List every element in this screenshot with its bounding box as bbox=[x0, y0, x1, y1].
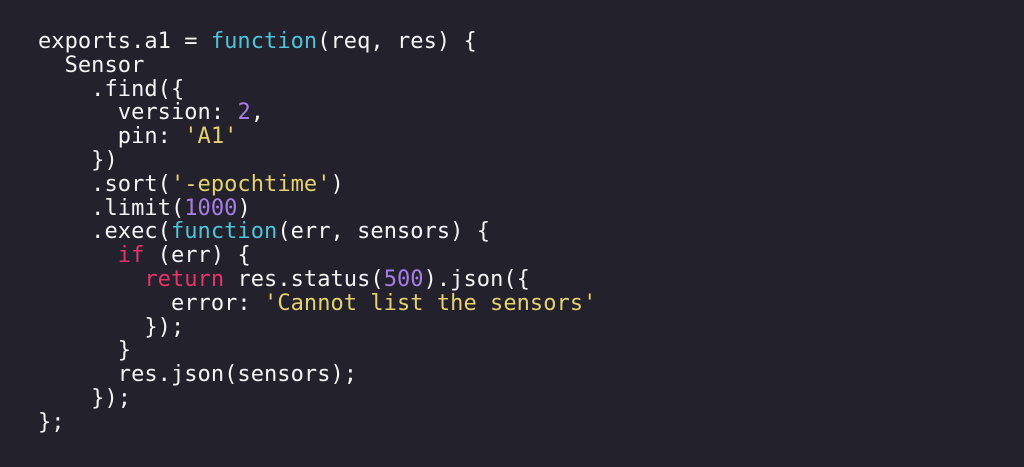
code-token-plain: }) bbox=[38, 147, 118, 173]
code-line: }); bbox=[38, 387, 596, 411]
code-token-function: function bbox=[210, 29, 318, 54]
code-token-string: '-epochtime' bbox=[170, 171, 331, 197]
code-line: }; bbox=[38, 409, 596, 435]
code-token-plain: (err) { bbox=[144, 243, 251, 269]
code-token-keyword: return bbox=[144, 266, 225, 292]
code-line: pin: 'A1' bbox=[38, 125, 596, 149]
code-token-plain: }); bbox=[38, 314, 185, 340]
code-token-plain: .exec( bbox=[38, 219, 171, 245]
code-line: .exec(function(err, sensors) { bbox=[38, 220, 596, 244]
code-token-function: function bbox=[170, 219, 278, 245]
code-token-plain: (err, sensors) { bbox=[277, 219, 491, 245]
code-token-plain: version: bbox=[38, 100, 238, 126]
code-token-string: 'Cannot list the sensors' bbox=[264, 290, 597, 316]
code-token-string: 'A1' bbox=[184, 124, 238, 150]
code-token-plain: ).json({ bbox=[423, 266, 530, 292]
code-line: return res.status(500).json({ bbox=[38, 268, 596, 292]
code-token-number: 1000 bbox=[184, 195, 238, 221]
code-token-plain: (req, res) { bbox=[317, 29, 477, 54]
code-token-plain: }); bbox=[38, 385, 132, 411]
code-token-plain: ) bbox=[237, 195, 251, 221]
code-line: res.json(sensors); bbox=[38, 363, 596, 387]
code-block: exports.a1 = function(req, res) { Sensor… bbox=[38, 30, 596, 435]
code-token-keyword: if bbox=[117, 243, 145, 269]
code-token-plain: Sensor bbox=[38, 52, 145, 78]
code-token-plain: res.json(sensors); bbox=[38, 362, 358, 388]
code-token-plain: error: bbox=[38, 290, 265, 316]
code-token-plain: pin: bbox=[38, 124, 185, 150]
code-line: Sensor bbox=[38, 52, 596, 78]
code-token-plain: .sort( bbox=[38, 171, 171, 197]
code-token-plain: .find({ bbox=[38, 76, 185, 102]
code-line: }) bbox=[38, 149, 596, 173]
code-token-plain: exports.a1 = bbox=[38, 29, 211, 54]
code-token-plain: } bbox=[38, 338, 132, 364]
code-line: }); bbox=[38, 314, 596, 340]
code-line: if (err) { bbox=[38, 244, 596, 268]
code-token-plain: .limit( bbox=[38, 195, 185, 221]
code-token-plain: , bbox=[250, 100, 265, 126]
code-line: } bbox=[38, 339, 596, 363]
code-token-number: 2 bbox=[237, 100, 251, 126]
code-token-plain: res.status( bbox=[224, 266, 384, 292]
code-line: exports.a1 = function(req, res) { bbox=[38, 30, 596, 54]
code-line: .find({ bbox=[38, 76, 596, 102]
code-token-number: 500 bbox=[383, 266, 424, 292]
code-line: .sort('-epochtime') bbox=[38, 171, 596, 197]
code-token-plain: }; bbox=[38, 409, 65, 435]
code-line: error: 'Cannot list the sensors' bbox=[38, 290, 597, 316]
code-line: version: 2, bbox=[38, 101, 596, 125]
code-line: .limit(1000) bbox=[38, 195, 596, 221]
code-token-plain: ) bbox=[330, 171, 344, 197]
